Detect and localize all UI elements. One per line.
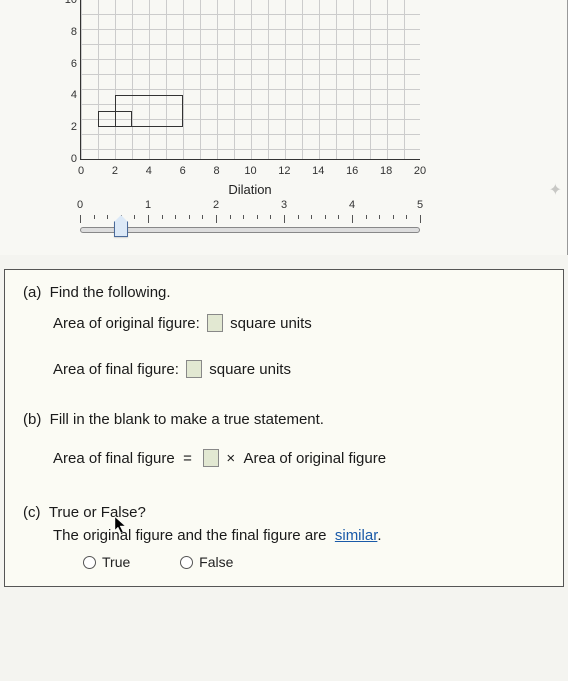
questions-panel: (a) Find the following. Area of original…: [4, 269, 564, 587]
x-tick-label: 4: [146, 165, 152, 177]
similar-link[interactable]: similar: [335, 527, 378, 544]
x-tick-label: 12: [278, 165, 290, 177]
question-b-equation: Area of final figure = × Area of origina…: [5, 432, 563, 490]
text-label: ×: [226, 450, 235, 467]
slider-track: [80, 227, 420, 233]
question-a-line1: Area of original figure: square units: [5, 305, 563, 343]
radio-label: True: [102, 554, 130, 570]
text-label: The original figure and the final figure…: [53, 527, 327, 544]
y-tick-label: 8: [55, 26, 77, 38]
y-tick-label: 0: [55, 153, 77, 165]
text-label: Area of original figure: [243, 450, 386, 467]
radio-circle-icon: [180, 556, 193, 569]
question-c-prompt: (c) True or False?: [5, 490, 563, 525]
x-tick-label: 8: [214, 165, 220, 177]
coordinate-grid-panel: 10 8 6 4 2 0 0 2 4 6 8 10 12 14 16 18 20…: [0, 0, 568, 255]
slider-tick-label: 1: [145, 199, 151, 211]
radio-circle-icon: [83, 556, 96, 569]
original-figure-rectangle: [98, 111, 132, 127]
text-label: Area of final figure: [53, 450, 175, 467]
x-tick-label: 0: [78, 165, 84, 177]
text-label: .: [377, 527, 381, 544]
x-tick-label: 6: [180, 165, 186, 177]
question-a-line2: Area of final figure: square units: [5, 343, 563, 397]
scale-factor-input[interactable]: [203, 449, 219, 467]
x-tick-label: 2: [112, 165, 118, 177]
magic-wand-icon[interactable]: ✦: [549, 180, 562, 200]
y-tick-label: 4: [55, 89, 77, 101]
slider-tick-label: 0: [77, 199, 83, 211]
y-tick-label: 6: [55, 58, 77, 70]
question-b-prompt: (b) Fill in the blank to make a true sta…: [5, 397, 563, 432]
x-tick-label: 14: [312, 165, 324, 177]
area-final-input[interactable]: [186, 360, 202, 378]
text-label: Area of original figure:: [53, 315, 200, 332]
question-a-prompt: (a) Find the following.: [5, 270, 563, 305]
text-label: Area of final figure:: [53, 361, 179, 378]
text-label: square units: [230, 315, 312, 332]
slider-tick-label: 2: [213, 199, 219, 211]
y-tick-label: 2: [55, 121, 77, 133]
text-label: =: [183, 450, 192, 467]
question-c-statement: The original figure and the final figure…: [5, 525, 563, 546]
dilation-label: Dilation: [80, 182, 420, 197]
slider-handle[interactable]: [114, 221, 128, 237]
radio-label: False: [199, 554, 233, 570]
radio-option-true[interactable]: True: [83, 554, 130, 570]
x-tick-label: 16: [346, 165, 358, 177]
slider-tick-label: 4: [349, 199, 355, 211]
x-tick-label: 10: [244, 165, 256, 177]
area-original-input[interactable]: [207, 314, 223, 332]
question-c-options: True False: [5, 546, 563, 586]
radio-option-false[interactable]: False: [180, 554, 233, 570]
dilation-slider[interactable]: 0 1 2 3 4 5: [80, 199, 420, 245]
coordinate-grid: 10 8 6 4 2 0 0 2 4 6 8 10 12 14 16 18 20: [80, 0, 420, 160]
slider-tick-label: 3: [281, 199, 287, 211]
x-tick-label: 20: [414, 165, 426, 177]
x-tick-label: 18: [380, 165, 392, 177]
y-tick-label: 10: [55, 0, 77, 6]
slider-tick-label: 5: [417, 199, 423, 211]
text-label: square units: [209, 361, 291, 378]
